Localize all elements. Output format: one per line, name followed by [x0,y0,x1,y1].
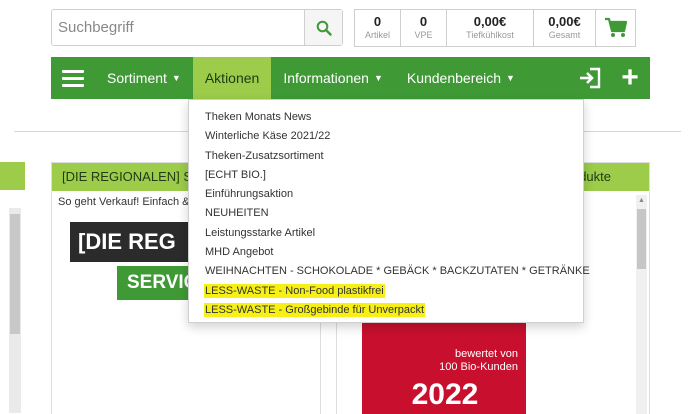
scrollbar-thumb[interactable] [637,209,646,269]
menu-item[interactable]: MHD Angebot [189,243,583,262]
chevron-down-icon: ▼ [171,73,181,83]
left-panel-edge [0,162,25,413]
summary-frozen: 0,00€ Tiefkühlkost [447,9,534,47]
badge-line-1: bewertet von [455,348,518,360]
search-button[interactable] [304,10,342,45]
menu-item-highlighted[interactable]: LESS-WASTE - Großgebinde für Unverpackt [189,301,583,320]
nav-item-sortiment-label: Sortiment [107,70,167,86]
search-box [51,9,343,46]
badge-line-2: 100 Bio-Kunden [439,361,518,373]
summary-articles-label: Artikel [364,30,390,40]
badge-year: 2022 [411,378,479,411]
summary-articles: 0 Artikel [354,9,401,47]
cart-summary: 0 Artikel 0 VPE 0,00€ Tiefkühlkost 0,00€… [354,9,636,47]
shopping-cart-icon [604,17,627,37]
summary-vpe-value: 0 [419,14,428,29]
menu-icon[interactable] [51,57,95,99]
nav-item-informationen-label: Informationen [283,70,369,86]
nav-item-sortiment[interactable]: Sortiment ▼ [95,57,193,99]
search-input[interactable] [52,10,304,45]
aktionen-dropdown: Theken Monats News Winterliche Käse 2021… [188,99,590,323]
nav-item-kundenbereich[interactable]: Kundenbereich ▼ [395,57,527,99]
summary-frozen-value: 0,00€ [473,14,507,29]
login-icon [580,67,601,89]
nav-item-kundenbereich-label: Kundenbereich [406,70,502,86]
promo-brand-banner: [DIE REG [70,222,200,262]
scrollbar-thumb[interactable] [10,214,20,334]
plus-icon: + [621,61,639,94]
nav-item-aktionen-label: Aktionen [204,70,260,86]
menu-item[interactable]: Leistungsstarke Artikel [189,224,583,243]
summary-total: 0,00€ Gesamt [534,9,596,47]
menu-item[interactable]: Einführungsaktion [189,185,583,204]
nav-item-informationen[interactable]: Informationen ▼ [271,57,395,99]
summary-vpe-label: VPE [414,30,433,40]
nav-actions: + [570,57,650,99]
add-button[interactable]: + [610,57,650,99]
scroll-up-icon[interactable]: ▲ [636,195,647,206]
menu-item[interactable]: NEUHEITEN [189,204,583,223]
summary-frozen-label: Tiefkühlkost [466,30,514,40]
summary-total-label: Gesamt [548,30,581,40]
search-icon [316,20,332,36]
login-button[interactable] [570,57,610,99]
summary-vpe: 0 VPE [401,9,447,47]
left-panel-header [0,162,25,190]
menu-item[interactable]: Winterliche Käse 2021/22 [189,127,583,146]
award-badge: bewertet von 100 Bio-Kunden 2022 [362,322,526,414]
chevron-down-icon: ▼ [373,73,383,83]
chevron-down-icon: ▼ [506,73,515,83]
nav-item-aktionen[interactable]: Aktionen [192,57,272,99]
menu-item[interactable]: Theken-Zusatzsortiment [189,147,583,166]
main-nav: Sortiment ▼ Aktionen Informationen ▼ Kun… [51,57,650,99]
cart-button[interactable] [596,9,636,47]
menu-item[interactable]: WEIHNACHTEN - SCHOKOLADE * GEBÄCK * BACK… [189,262,590,281]
summary-articles-value: 0 [373,14,382,29]
menu-item-highlighted[interactable]: LESS-WASTE - Non-Food plastikfrei [189,282,583,301]
summary-total-value: 0,00€ [548,14,581,29]
menu-item[interactable]: [ECHT BIO.] [189,166,583,185]
menu-item[interactable]: Theken Monats News [189,108,583,127]
